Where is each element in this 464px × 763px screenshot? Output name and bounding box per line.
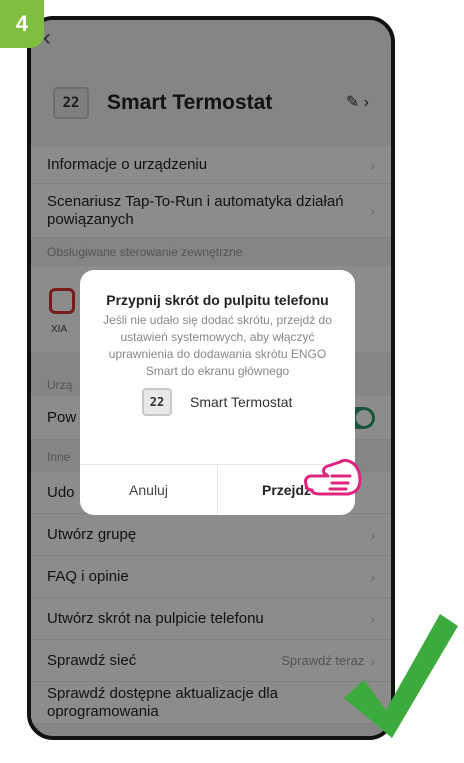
dialog-device-name: Smart Termostat	[190, 394, 293, 410]
thermostat-icon: 22	[142, 388, 172, 416]
dialog-device: 22 Smart Termostat	[142, 388, 292, 416]
step-badge: 4	[0, 0, 44, 48]
cancel-button[interactable]: Anuluj	[80, 465, 218, 515]
pointing-hand-icon	[304, 458, 362, 496]
checkmark-icon	[344, 614, 458, 738]
dialog-body: Jeśli nie udało się dodać skrótu, przejd…	[103, 313, 332, 378]
device-settings-screen: ‹ 22 Smart Termostat ✎ › Informacje o ur…	[31, 20, 391, 736]
dialog-title: Przypnij skrót do pulpitu telefonu	[106, 292, 329, 308]
